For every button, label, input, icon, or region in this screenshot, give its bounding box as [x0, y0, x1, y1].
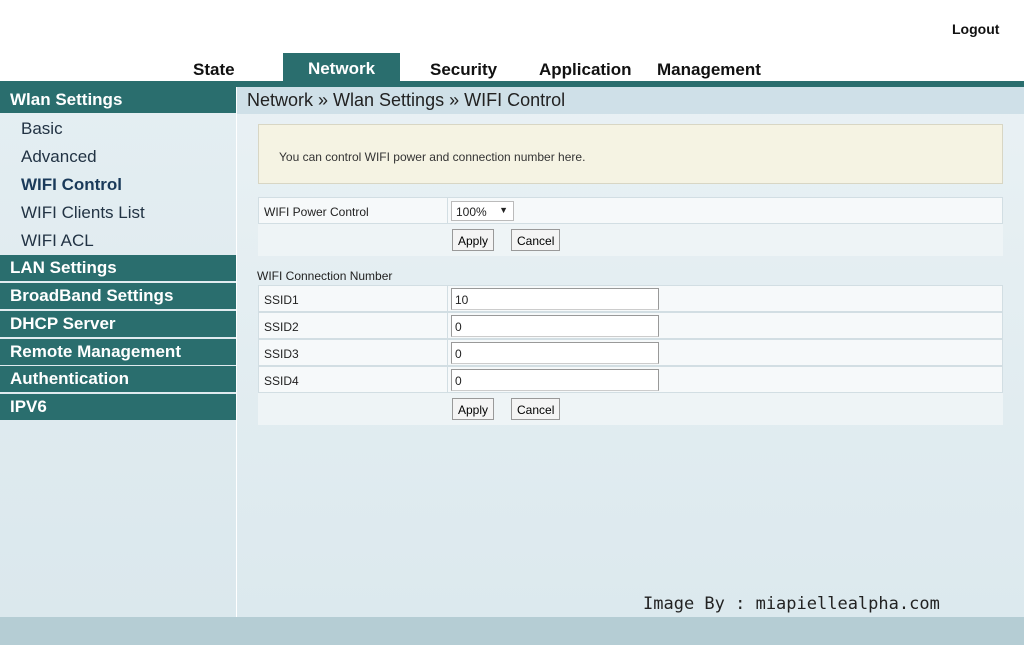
wifi-power-label: WIFI Power Control	[264, 205, 369, 219]
breadcrumb: Network » Wlan Settings » WIFI Control	[237, 87, 1024, 114]
ssid1-row: SSID1 10	[258, 285, 1003, 312]
connection-apply-button[interactable]: Apply	[452, 398, 495, 420]
ssid2-input[interactable]: 0	[451, 315, 659, 337]
tab-network[interactable]: Network	[283, 53, 400, 83]
connection-button-row: Apply Cancel	[258, 393, 1003, 425]
tab-state[interactable]: State	[193, 60, 235, 80]
sidebar-section-ipv6[interactable]: IPV6	[0, 394, 236, 420]
connection-cancel-button[interactable]: Cancel	[511, 398, 561, 420]
wifi-power-row: WIFI Power Control 100% ▼	[258, 197, 1003, 224]
chevron-down-icon: ▼	[499, 205, 508, 215]
sidebar-section-wlan-settings[interactable]: Wlan Settings	[0, 87, 236, 113]
tab-management[interactable]: Management	[657, 60, 761, 80]
column-divider	[447, 340, 448, 365]
sidebar: Wlan Settings Basic Advanced WIFI Contro…	[0, 87, 236, 617]
sidebar-section-lan-settings[interactable]: LAN Settings	[0, 255, 236, 281]
power-cancel-button[interactable]: Cancel	[511, 229, 561, 251]
ssid2-label: SSID2	[264, 320, 299, 334]
tab-application[interactable]: Application	[539, 60, 632, 80]
ssid1-input[interactable]: 10	[451, 288, 659, 310]
column-divider	[447, 367, 448, 392]
power-button-row: Apply Cancel	[258, 224, 1003, 256]
power-apply-button[interactable]: Apply	[452, 229, 495, 251]
sidebar-section-dhcp-server[interactable]: DHCP Server	[0, 311, 236, 337]
sidebar-item-basic[interactable]: Basic	[21, 119, 63, 139]
ssid4-label: SSID4	[264, 374, 299, 388]
tab-security[interactable]: Security	[430, 60, 497, 80]
sidebar-section-remote-management[interactable]: Remote Management	[0, 339, 236, 365]
ssid3-row: SSID3 0	[258, 339, 1003, 366]
wifi-power-value: 100%	[456, 205, 487, 219]
ssid3-input[interactable]: 0	[451, 342, 659, 364]
column-divider	[447, 313, 448, 338]
column-divider	[447, 198, 448, 223]
column-divider	[447, 286, 448, 311]
ssid4-row: SSID4 0	[258, 366, 1003, 393]
logout-link[interactable]: Logout	[952, 21, 999, 37]
wifi-power-select[interactable]: 100% ▼	[451, 201, 514, 221]
footer-bar	[0, 617, 1024, 645]
ssid4-input[interactable]: 0	[451, 369, 659, 391]
info-box: You can control WIFI power and connectio…	[258, 124, 1003, 184]
sidebar-item-wifi-acl[interactable]: WIFI ACL	[21, 231, 94, 251]
sidebar-section-broadband-settings[interactable]: BroadBand Settings	[0, 283, 236, 309]
sidebar-item-wifi-clients-list[interactable]: WIFI Clients List	[21, 203, 145, 223]
connection-number-title: WIFI Connection Number	[257, 269, 393, 283]
ssid1-label: SSID1	[264, 293, 299, 307]
sidebar-section-authentication[interactable]: Authentication	[0, 366, 236, 392]
ssid2-row: SSID2 0	[258, 312, 1003, 339]
ssid3-label: SSID3	[264, 347, 299, 361]
sidebar-item-wifi-control[interactable]: WIFI Control	[21, 175, 122, 195]
sidebar-item-advanced[interactable]: Advanced	[21, 147, 97, 167]
watermark: Image By : miapiellealpha.com	[643, 594, 940, 614]
